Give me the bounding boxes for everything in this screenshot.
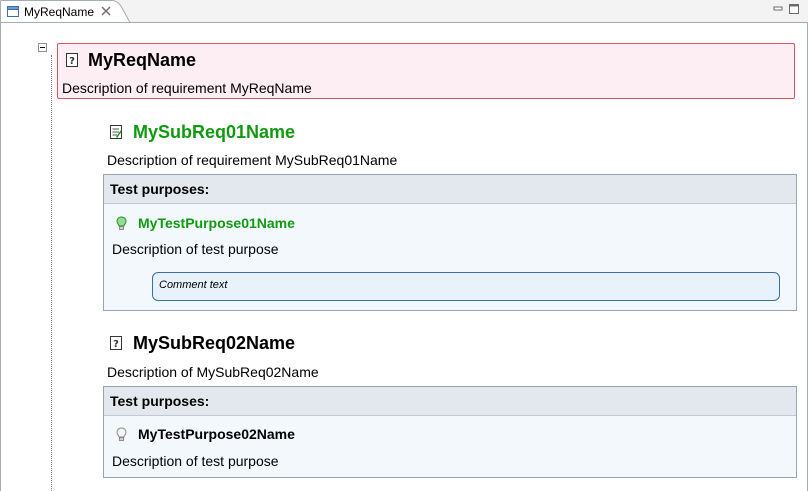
comment-box[interactable]: Comment text bbox=[152, 272, 780, 301]
editor-tab-strip: MyReqName bbox=[0, 0, 808, 23]
requirement-edit-icon bbox=[110, 125, 122, 139]
sub-requirement-2-description: Description of MySubReq02Name bbox=[107, 364, 319, 380]
tab-strip-border bbox=[0, 22, 808, 23]
lightbulb-off-icon bbox=[116, 427, 127, 441]
test-purposes-label: Test purposes: bbox=[110, 393, 210, 409]
test-purpose-1-name[interactable]: MyTestPurpose01Name bbox=[138, 215, 295, 231]
tab-label: MyReqName bbox=[24, 5, 95, 19]
collapse-toggle[interactable] bbox=[38, 43, 47, 52]
minimize-icon[interactable] bbox=[772, 3, 784, 15]
editor-tab[interactable]: MyReqName bbox=[0, 0, 132, 23]
requirement-icon: ? bbox=[110, 336, 122, 350]
test-purposes-header: Test purposes: bbox=[104, 175, 796, 204]
requirement-icon: ? bbox=[66, 53, 78, 67]
test-purposes-panel-2: Test purposes: MyTestPurpose02Name Descr… bbox=[103, 386, 797, 478]
test-purpose-2-description: Description of test purpose bbox=[112, 453, 279, 469]
test-purposes-header: Test purposes: bbox=[104, 387, 796, 416]
tree-guide-line bbox=[51, 55, 52, 491]
root-requirement-description: Description of requirement MyReqName bbox=[62, 80, 312, 96]
sub-requirement-1-title[interactable]: MySubReq01Name bbox=[133, 122, 295, 143]
test-purposes-label: Test purposes: bbox=[110, 181, 210, 197]
test-purpose-2-name[interactable]: MyTestPurpose02Name bbox=[138, 426, 295, 442]
sub-requirement-1-description: Description of requirement MySubReq01Nam… bbox=[107, 152, 398, 168]
root-requirement-title: MyReqName bbox=[88, 50, 197, 70]
test-purposes-panel-1: Test purposes: MyTestPurpose01Name Descr… bbox=[103, 174, 797, 311]
close-x-icon[interactable] bbox=[100, 5, 112, 17]
lightbulb-on-icon bbox=[116, 216, 127, 230]
root-requirement-panel[interactable]: ? MyReqName Description of requirement M… bbox=[57, 43, 795, 99]
test-purpose-1-description: Description of test purpose bbox=[112, 241, 279, 257]
maximize-icon[interactable] bbox=[788, 3, 800, 15]
comment-text: Comment text bbox=[159, 279, 228, 291]
editor-border-left bbox=[0, 23, 1, 491]
svg-text:?: ? bbox=[113, 339, 119, 350]
sub-requirement-2-title[interactable]: MySubReq02Name bbox=[133, 333, 295, 354]
svg-text:?: ? bbox=[69, 56, 75, 67]
editor-window-icon bbox=[7, 6, 19, 17]
